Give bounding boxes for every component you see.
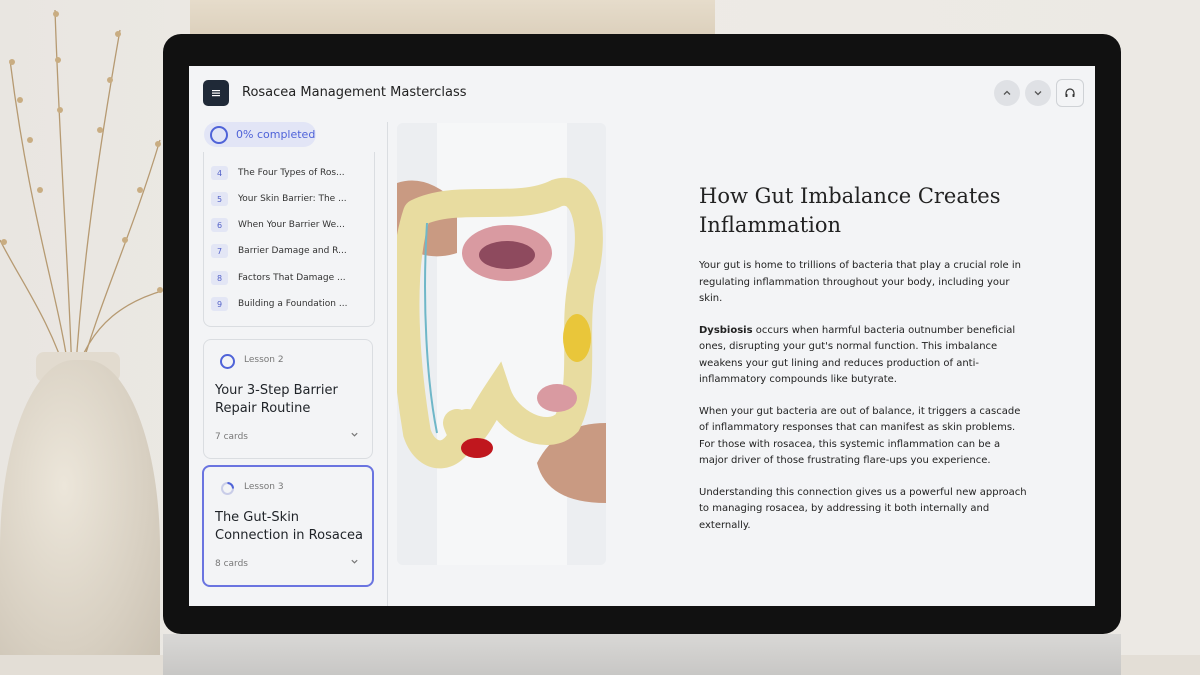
card-item-8[interactable]: 8 Factors That Damage ...: [211, 269, 346, 287]
card-number: 8: [211, 271, 228, 285]
lesson-label: Lesson 3: [244, 482, 284, 492]
card-title: The Four Types of Ros...: [238, 168, 345, 178]
headphones-icon: [1065, 88, 1075, 97]
gut-model-image: [397, 123, 606, 565]
card-title: Your Skin Barrier: The ...: [238, 194, 347, 204]
lesson-label: Lesson 2: [244, 355, 284, 365]
lesson-3-card[interactable]: Lesson 3 The Gut-Skin Connection in Rosa…: [202, 465, 374, 587]
dried-plant-decor: [0, 9, 166, 380]
card-number: 9: [211, 297, 228, 311]
previous-card-button[interactable]: [994, 80, 1020, 106]
card-number: 5: [211, 192, 228, 206]
paragraph-4: Understanding this connection gives us a…: [699, 486, 1027, 531]
card-number: 4: [211, 166, 228, 180]
vase-decor: [0, 360, 160, 675]
card-item-7[interactable]: 7 Barrier Damage and R...: [211, 242, 347, 260]
background-wall-block: [190, 0, 715, 36]
lesson-card-count: 7 cards: [215, 432, 248, 442]
card-title: Barrier Damage and R...: [238, 246, 347, 256]
card-content: How Gut Imbalance Creates Inflammation Y…: [699, 182, 1029, 549]
progress-badge: 0% completed: [204, 122, 316, 147]
sidebar: 0% completed 4 The Four Types of Ros... …: [189, 122, 387, 606]
top-bar: Rosacea Management Masterclass: [189, 66, 1095, 122]
paragraph-3: When your gut bacteria are out of balanc…: [699, 405, 1021, 467]
card-number: 7: [211, 244, 228, 258]
card-item-4[interactable]: 4 The Four Types of Ros...: [211, 164, 345, 182]
card-item-5[interactable]: 5 Your Skin Barrier: The ...: [211, 190, 347, 208]
card-title: When Your Barrier We...: [238, 220, 345, 230]
monitor-chin: [163, 634, 1121, 675]
course-title: Rosacea Management Masterclass: [242, 85, 467, 100]
chevron-down-icon[interactable]: [350, 557, 359, 566]
card-title: Building a Foundation ...: [238, 299, 348, 309]
sidebar-divider: [387, 122, 388, 606]
card-number: 6: [211, 218, 228, 232]
card-item-6[interactable]: 6 When Your Barrier We...: [211, 216, 345, 234]
progress-text: 0% completed: [236, 128, 316, 141]
bold-term: Dysbiosis: [699, 324, 753, 336]
menu-button[interactable]: [203, 80, 229, 106]
chevron-down-icon[interactable]: [350, 430, 359, 439]
menu-icon: [212, 90, 220, 97]
paragraph-1: Your gut is home to trillions of bacteri…: [699, 260, 1021, 304]
audio-button[interactable]: [1056, 79, 1084, 107]
paragraph-2: Dysbiosis occurs when harmful bacteria o…: [699, 323, 1029, 389]
progress-ring-icon: [210, 125, 228, 144]
card-item-9[interactable]: 9 Building a Foundation ...: [211, 295, 347, 313]
lesson-card-count: 8 cards: [215, 559, 248, 569]
lesson-title: Your 3-Step Barrier Repair Routine: [215, 383, 338, 416]
lesson-2-card[interactable]: Lesson 2 Your 3-Step Barrier Repair Rout…: [203, 339, 373, 459]
next-card-button[interactable]: [1025, 80, 1051, 106]
lesson-title: The Gut-Skin Connection in Rosacea: [215, 510, 363, 543]
card-heading: How Gut Imbalance Creates Inflammation: [699, 184, 1001, 237]
lesson-status-icon: [220, 354, 235, 369]
lesson-in-progress-icon: [221, 482, 234, 495]
app-screen: Rosacea Management Masterclass 0% comple…: [189, 66, 1095, 606]
card-title: Factors That Damage ...: [238, 273, 346, 283]
chevron-up-icon: [1003, 90, 1011, 95]
chevron-down-icon: [1034, 91, 1042, 96]
